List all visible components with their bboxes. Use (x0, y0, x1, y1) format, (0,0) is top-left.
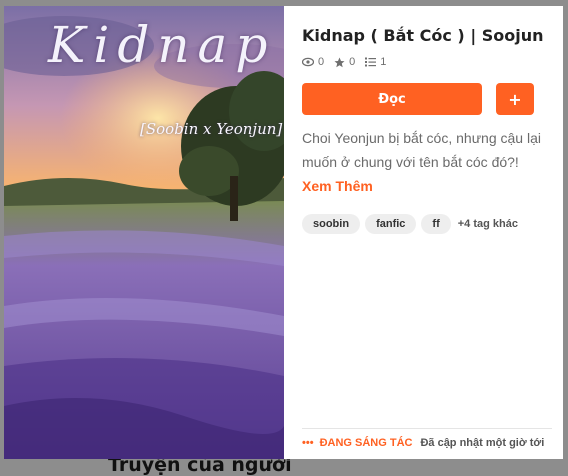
story-info-panel: Kidnap ( Bắt Cóc ) | Soojun 0 0 1 Đọc + … (284, 6, 563, 459)
read-more-link[interactable]: Xem Thêm (302, 178, 373, 194)
parts-count: 1 (380, 56, 387, 68)
story-actions: Đọc + (302, 83, 552, 115)
last-updated: Đã cập nhật một giờ tới (420, 437, 545, 449)
read-button[interactable]: Đọc (302, 83, 482, 115)
votes-count: 0 (349, 56, 356, 68)
eye-icon (302, 57, 314, 67)
add-to-list-button[interactable]: + (496, 83, 534, 115)
status-dots-icon: ••• (302, 437, 314, 449)
story-preview-modal: Kidnap [Soobin x Yeonjun] Kidnap ( Bắt C… (4, 6, 563, 459)
cover-title-text: Kidnap (48, 16, 276, 74)
views-stat: 0 (302, 56, 324, 68)
story-description: Choi Yeonjun bị bắt cóc, nhưng cậu lại m… (302, 130, 541, 170)
parts-stat: 1 (365, 56, 386, 68)
tag-list: soobin fanfic ff +4 tag khác (302, 214, 552, 234)
tag-fanfic[interactable]: fanfic (365, 214, 417, 234)
story-description-block: Choi Yeonjun bị bắt cóc, nhưng cậu lại m… (302, 126, 552, 198)
star-icon (334, 57, 345, 67)
story-title[interactable]: Kidnap ( Bắt Cóc ) | Soojun (302, 26, 552, 45)
story-stats: 0 0 1 (302, 56, 552, 68)
tag-ff[interactable]: ff (421, 214, 451, 234)
story-cover-image[interactable]: Kidnap [Soobin x Yeonjun] (4, 6, 284, 459)
story-footer: ••• ĐANG SÁNG TÁC Đã cập nhật một giờ tớ… (302, 428, 552, 449)
views-count: 0 (318, 56, 325, 68)
more-tags-link[interactable]: +4 tag khác (458, 218, 518, 230)
list-icon (365, 57, 377, 67)
votes-stat: 0 (334, 56, 355, 68)
story-status: ĐANG SÁNG TÁC (319, 437, 413, 449)
tag-soobin[interactable]: soobin (302, 214, 361, 234)
cover-subtitle-text: [Soobin x Yeonjun] (140, 120, 283, 138)
